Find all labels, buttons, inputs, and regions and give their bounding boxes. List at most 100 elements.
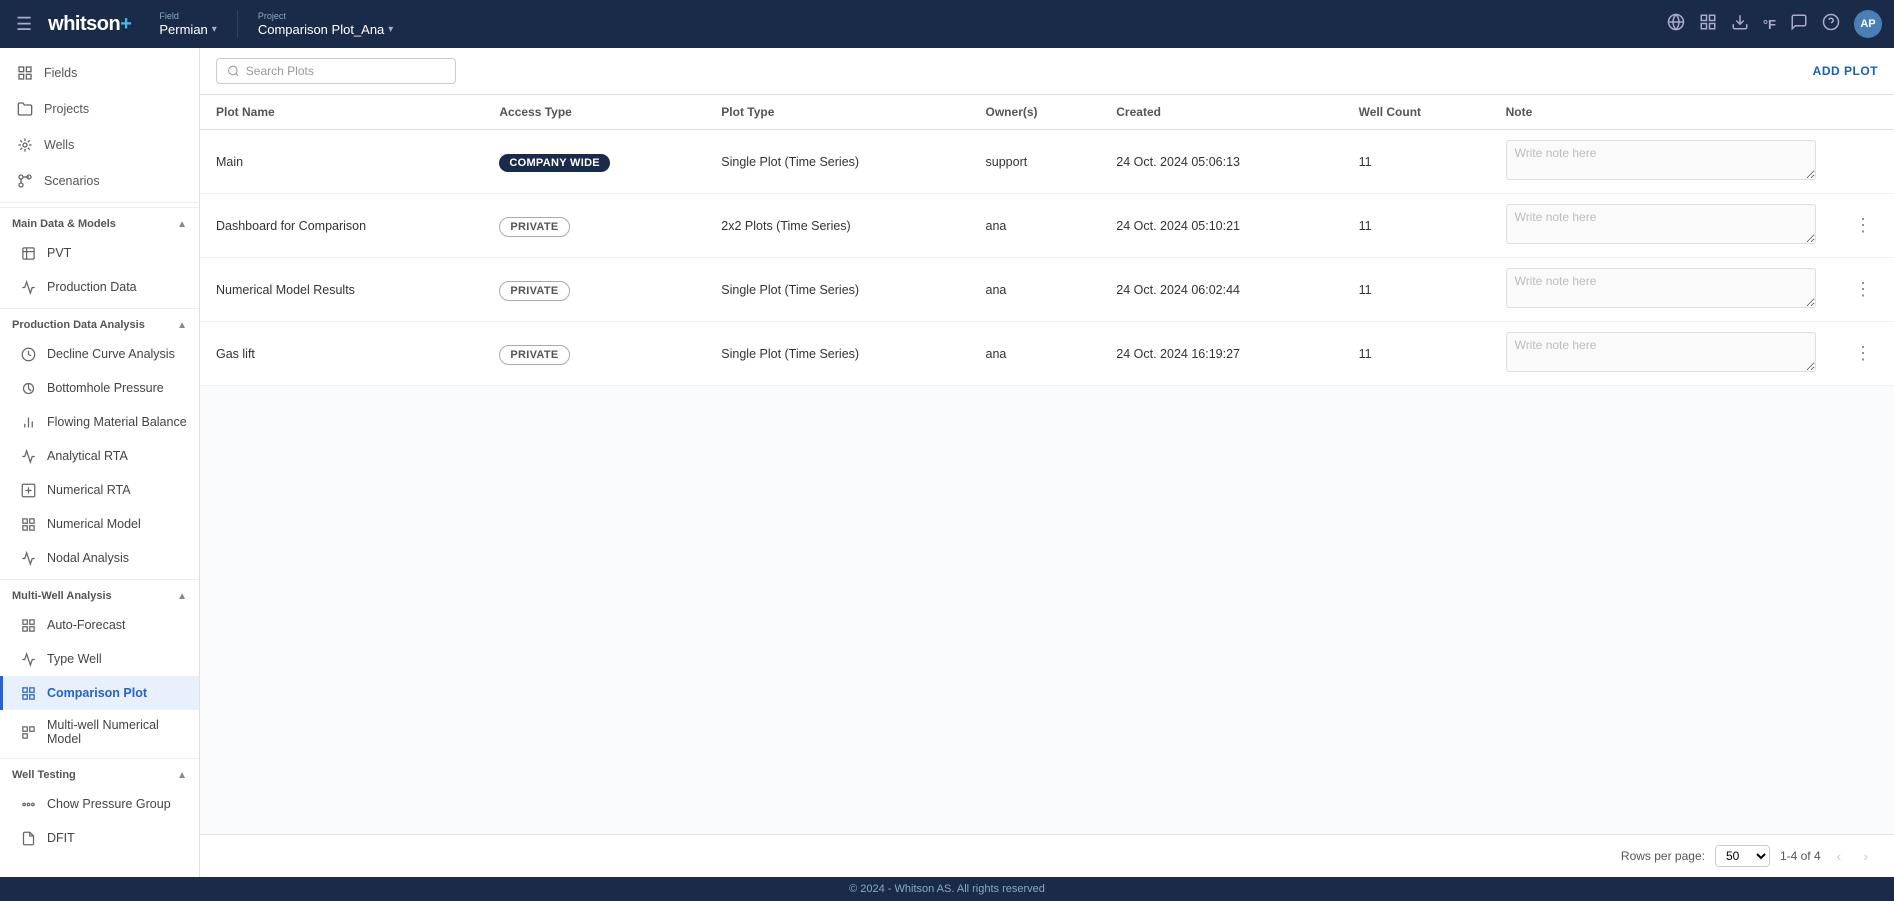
- project-value: Comparison Plot_Ana: [258, 22, 384, 37]
- pagination-range: 1-4 of 4: [1780, 849, 1821, 863]
- sidebar-item-type-well[interactable]: Type Well: [0, 642, 199, 676]
- col-note: Note: [1490, 95, 1832, 130]
- globe-icon[interactable]: [1667, 13, 1685, 36]
- chat-icon[interactable]: [1790, 13, 1808, 36]
- sidebar-item-chow-pressure[interactable]: Chow Pressure Group: [0, 787, 199, 821]
- footer-text: © 2024 - Whitson AS. All rights reserved: [849, 883, 1045, 895]
- section-well-testing[interactable]: Well Testing ▲: [0, 758, 199, 787]
- comparison-plot-icon: [19, 684, 37, 702]
- sidebar-label: Production Data: [47, 280, 137, 294]
- content-area: ADD PLOT Plot Name Access Type Plot Type…: [200, 48, 1894, 877]
- sidebar-item-nodal-analysis[interactable]: Nodal Analysis: [0, 541, 199, 575]
- sidebar-item-arта[interactable]: Analytical RTA: [0, 439, 199, 473]
- sidebar-item-auto-forecast[interactable]: Auto-Forecast: [0, 608, 199, 642]
- search-box[interactable]: [216, 58, 456, 84]
- sidebar-item-bhp[interactable]: Bottomhole Pressure: [0, 371, 199, 405]
- scenarios-icon: [16, 172, 34, 190]
- section-main-data[interactable]: Main Data & Models ▲: [0, 207, 199, 236]
- top-header: ☰ whitson+ Field Permian ▾ Project Compa…: [0, 0, 1894, 48]
- project-selector[interactable]: Project Comparison Plot_Ana ▾: [258, 11, 394, 37]
- cell-owner: support: [970, 130, 1101, 194]
- sidebar-item-multiwell-num-model[interactable]: Multi-well Numerical Model: [0, 710, 199, 754]
- access-badge: PRIVATE: [499, 217, 569, 237]
- field-dropdown[interactable]: Permian ▾: [159, 22, 216, 37]
- sidebar-item-dca[interactable]: Decline Curve Analysis: [0, 337, 199, 371]
- project-chevron-icon: ▾: [388, 24, 393, 35]
- access-badge: PRIVATE: [499, 281, 569, 301]
- sidebar-item-numerical-model[interactable]: Numerical Model: [0, 507, 199, 541]
- rows-per-page-select[interactable]: 50 25 100: [1715, 845, 1770, 867]
- field-label: Field: [159, 11, 216, 21]
- help-icon[interactable]: [1822, 13, 1840, 36]
- sidebar-label: Multi-well Numerical Model: [47, 718, 187, 746]
- sidebar-item-comparison-plot[interactable]: Comparison Plot: [0, 676, 199, 710]
- cell-access-type: PRIVATE: [483, 258, 705, 322]
- col-created: Created: [1100, 95, 1342, 130]
- menu-icon[interactable]: ☰: [12, 10, 36, 39]
- prev-page-button[interactable]: ‹: [1831, 846, 1848, 866]
- row-menu-button[interactable]: ⋮: [1848, 341, 1878, 366]
- analytical-rta-icon: [19, 447, 37, 465]
- row-menu-button[interactable]: ⋮: [1848, 277, 1878, 302]
- add-plot-button[interactable]: ADD PLOT: [1813, 64, 1878, 78]
- rows-per-page-label: Rows per page:: [1621, 849, 1705, 863]
- sidebar-item-pvt[interactable]: PVT: [0, 236, 199, 270]
- section-title: Main Data & Models: [12, 218, 116, 230]
- download-icon[interactable]: [1731, 13, 1749, 36]
- sidebar-label: Flowing Material Balance: [47, 415, 187, 429]
- table-container: Plot Name Access Type Plot Type Owner(s)…: [200, 95, 1894, 834]
- note-input[interactable]: [1506, 332, 1816, 372]
- cell-note: [1490, 258, 1832, 322]
- col-well-count: Well Count: [1343, 95, 1490, 130]
- cell-created: 24 Oct. 2024 05:10:21: [1100, 194, 1342, 258]
- cell-note: [1490, 194, 1832, 258]
- sidebar-item-dfit[interactable]: DFIT: [0, 821, 199, 855]
- cell-well-count: 11: [1343, 194, 1490, 258]
- row-menu-button[interactable]: ⋮: [1848, 213, 1878, 238]
- next-page-button[interactable]: ›: [1857, 846, 1874, 866]
- header-divider: [237, 10, 238, 38]
- chevron-up-icon: ▲: [177, 770, 187, 781]
- note-input[interactable]: [1506, 204, 1816, 244]
- multiwell-num-icon: [19, 723, 37, 741]
- note-input[interactable]: [1506, 140, 1816, 180]
- wells-icon: [16, 136, 34, 154]
- cell-plot-type: Single Plot (Time Series): [705, 130, 969, 194]
- chevron-up-icon: ▲: [177, 591, 187, 602]
- sidebar-item-fields[interactable]: Fields: [0, 56, 199, 90]
- sidebar-label: Projects: [44, 102, 89, 116]
- grid-icon[interactable]: [1699, 13, 1717, 36]
- section-multiwell[interactable]: Multi-Well Analysis ▲: [0, 579, 199, 608]
- avatar[interactable]: AP: [1854, 10, 1882, 38]
- cell-plot-type: 2x2 Plots (Time Series): [705, 194, 969, 258]
- sidebar-item-production-data[interactable]: Production Data: [0, 270, 199, 304]
- cell-well-count: 11: [1343, 258, 1490, 322]
- sidebar-item-scenarios[interactable]: Scenarios: [0, 164, 199, 198]
- search-input[interactable]: [246, 64, 445, 78]
- sidebar-label: Nodal Analysis: [47, 551, 129, 565]
- cell-owner: ana: [970, 194, 1101, 258]
- sidebar-top-nav: Fields Projects Wells: [0, 48, 199, 203]
- sidebar-item-projects[interactable]: Projects: [0, 92, 199, 126]
- cell-created: 24 Oct. 2024 05:06:13: [1100, 130, 1342, 194]
- dca-icon: [19, 345, 37, 363]
- note-input[interactable]: [1506, 268, 1816, 308]
- cell-created: 24 Oct. 2024 06:02:44: [1100, 258, 1342, 322]
- section-title: Well Testing: [12, 769, 76, 781]
- chevron-up-icon: ▲: [177, 320, 187, 331]
- table-row: Main COMPANY WIDE Single Plot (Time Seri…: [200, 130, 1894, 194]
- field-selector[interactable]: Field Permian ▾: [159, 11, 216, 37]
- cell-access-type: COMPANY WIDE: [483, 130, 705, 194]
- sidebar-item-wells[interactable]: Wells: [0, 128, 199, 162]
- auto-forecast-icon: [19, 616, 37, 634]
- chow-icon: [19, 795, 37, 813]
- sidebar-item-numerical-rta[interactable]: Numerical RTA: [0, 473, 199, 507]
- access-badge: PRIVATE: [499, 345, 569, 365]
- field-value: Permian: [159, 22, 207, 37]
- temperature-icon[interactable]: °F: [1763, 17, 1776, 32]
- section-pda[interactable]: Production Data Analysis ▲: [0, 308, 199, 337]
- col-plot-type: Plot Type: [705, 95, 969, 130]
- project-dropdown[interactable]: Comparison Plot_Ana ▾: [258, 22, 394, 37]
- sidebar-item-fmb[interactable]: Flowing Material Balance: [0, 405, 199, 439]
- header-icons: °F AP: [1667, 10, 1882, 38]
